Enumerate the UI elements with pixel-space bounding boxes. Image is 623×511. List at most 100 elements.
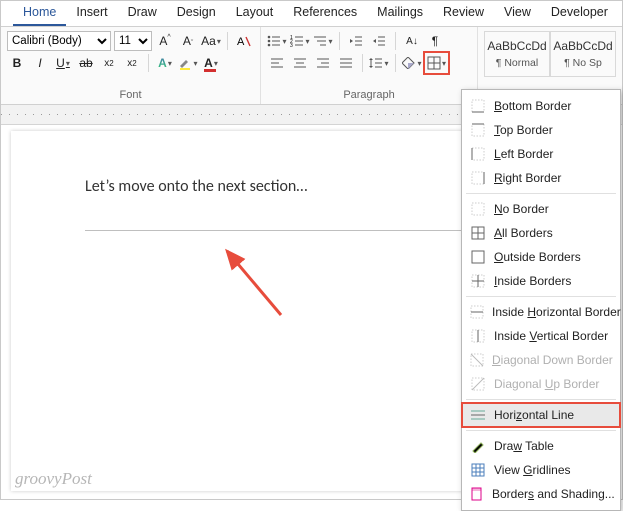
menu-item-inside-vertical-border[interactable]: Inside Vertical Border (462, 324, 620, 348)
top-border-icon (470, 122, 486, 138)
align-left-button[interactable] (267, 53, 287, 73)
menu-item-label: Top Border (494, 123, 553, 137)
tab-developer[interactable]: Developer (541, 1, 618, 26)
tab-references[interactable]: References (283, 1, 367, 26)
outside-borders-icon (470, 249, 486, 265)
menu-item-diagonal-up-border: Diagonal Up Border (462, 372, 620, 396)
bottom-border-icon (470, 98, 486, 114)
separator (148, 54, 149, 72)
no-border-icon (470, 201, 486, 217)
menu-item-label: Bottom Border (494, 99, 571, 113)
line-spacing-button[interactable]: ▾ (369, 53, 389, 73)
tab-layout[interactable]: Layout (226, 1, 284, 26)
ribbon-tabs: HomeInsertDrawDesignLayoutReferencesMail… (1, 1, 622, 27)
styles-gallery[interactable]: AaBbCcDd¶ NormalAaBbCcDd¶ No Sp (484, 31, 616, 77)
justify-button[interactable] (336, 53, 356, 73)
italic-button[interactable]: I (30, 53, 50, 73)
menu-separator (466, 399, 616, 400)
group-paragraph: ▾ 123▾ ▾ A↓ ¶ ▾ ▾ ▾ Para (261, 27, 478, 104)
menu-item-right-border[interactable]: Right Border (462, 166, 620, 190)
font-color-button[interactable]: A▾ (201, 53, 221, 73)
bold-button[interactable]: B (7, 53, 27, 73)
menu-separator (466, 296, 616, 297)
grow-font-button[interactable]: A^ (155, 31, 175, 51)
view-gridlines-icon (470, 462, 486, 478)
tab-review[interactable]: Review (433, 1, 494, 26)
inside-vertical-border-icon (470, 328, 486, 344)
tab-insert[interactable]: Insert (66, 1, 117, 26)
inside-horizontal-border-icon (470, 304, 484, 320)
shrink-font-button[interactable]: Aˇ (178, 31, 198, 51)
menu-item-label: Draw Table (494, 439, 554, 453)
group-font: Calibri (Body) 11 A^ Aˇ Aa▾ A B I U▾ ab … (1, 27, 261, 104)
strikethrough-button[interactable]: ab (76, 53, 96, 73)
menu-item-outside-borders[interactable]: Outside Borders (462, 245, 620, 269)
tab-draw[interactable]: Draw (118, 1, 167, 26)
menu-item-top-border[interactable]: Top Border (462, 118, 620, 142)
menu-item-all-borders[interactable]: All Borders (462, 221, 620, 245)
tab-help[interactable]: Help (618, 1, 623, 26)
font-name-combo[interactable]: Calibri (Body) (7, 31, 111, 51)
tab-view[interactable]: View (494, 1, 541, 26)
increase-indent-button[interactable] (369, 31, 389, 51)
menu-item-label: Inside Vertical Border (494, 329, 608, 343)
subscript-button[interactable]: x2 (99, 53, 119, 73)
style-nosp[interactable]: AaBbCcDd¶ No Sp (550, 31, 616, 77)
borders-button[interactable]: ▾ (425, 53, 448, 73)
menu-item-label: Horizontal Line (494, 408, 574, 422)
show-marks-button[interactable]: ¶ (425, 31, 445, 51)
menu-item-bottom-border[interactable]: Bottom Border (462, 94, 620, 118)
style-normal[interactable]: AaBbCcDd¶ Normal (484, 31, 550, 77)
menu-item-label: Left Border (494, 147, 553, 161)
bullets-button[interactable]: ▾ (267, 31, 287, 51)
separator (227, 32, 228, 50)
separator (395, 54, 396, 72)
diagonal-up-border-icon (470, 376, 486, 392)
draw-table-icon (470, 438, 486, 454)
sort-button[interactable]: A↓ (402, 31, 422, 51)
all-borders-icon (470, 225, 486, 241)
shading-button[interactable]: ▾ (402, 53, 422, 73)
menu-item-diagonal-down-border: Diagonal Down Border (462, 348, 620, 372)
menu-item-label: Inside Borders (494, 274, 571, 288)
menu-item-inside-borders[interactable]: Inside Borders (462, 269, 620, 293)
menu-item-label: Right Border (494, 171, 561, 185)
change-case-button[interactable]: Aa▾ (201, 31, 221, 51)
borders-dropdown: Bottom Border Top Border Left Border Right … (461, 89, 621, 511)
text-effects-button[interactable]: A▾ (155, 53, 175, 73)
align-right-button[interactable] (313, 53, 333, 73)
superscript-button[interactable]: x2 (122, 53, 142, 73)
menu-item-label: All Borders (494, 226, 553, 240)
menu-item-no-border[interactable]: No Border (462, 197, 620, 221)
align-center-button[interactable] (290, 53, 310, 73)
menu-item-horizontal-line[interactable]: Horizontal Line (462, 403, 620, 427)
left-border-icon (470, 146, 486, 162)
menu-item-left-border[interactable]: Left Border (462, 142, 620, 166)
menu-item-label: Inside Horizontal Border (492, 305, 621, 319)
menu-item-view-gridlines[interactable]: View Gridlines (462, 458, 620, 482)
menu-item-label: Outside Borders (494, 250, 581, 264)
menu-item-label: Diagonal Up Border (494, 377, 599, 391)
clear-formatting-button[interactable]: A (234, 31, 254, 51)
underline-button[interactable]: U▾ (53, 53, 73, 73)
separator (362, 54, 363, 72)
decrease-indent-button[interactable] (346, 31, 366, 51)
horizontal-line-icon (470, 407, 486, 423)
menu-separator (466, 193, 616, 194)
svg-text:A: A (237, 36, 245, 48)
menu-item-borders-and-shading[interactable]: Borders and Shading... (462, 482, 620, 506)
highlight-button[interactable]: ▾ (178, 53, 198, 73)
tab-home[interactable]: Home (13, 1, 66, 26)
right-border-icon (470, 170, 486, 186)
numbering-button[interactable]: 123▾ (290, 31, 310, 51)
tab-design[interactable]: Design (167, 1, 226, 26)
separator (339, 32, 340, 50)
menu-item-label: View Gridlines (494, 463, 571, 477)
menu-item-draw-table[interactable]: Draw Table (462, 434, 620, 458)
tab-mailings[interactable]: Mailings (367, 1, 433, 26)
menu-item-label: Borders and Shading... (492, 487, 615, 501)
multilevel-list-button[interactable]: ▾ (313, 31, 333, 51)
menu-item-label: Diagonal Down Border (492, 353, 613, 367)
menu-item-inside-horizontal-border[interactable]: Inside Horizontal Border (462, 300, 620, 324)
font-size-combo[interactable]: 11 (114, 31, 152, 51)
